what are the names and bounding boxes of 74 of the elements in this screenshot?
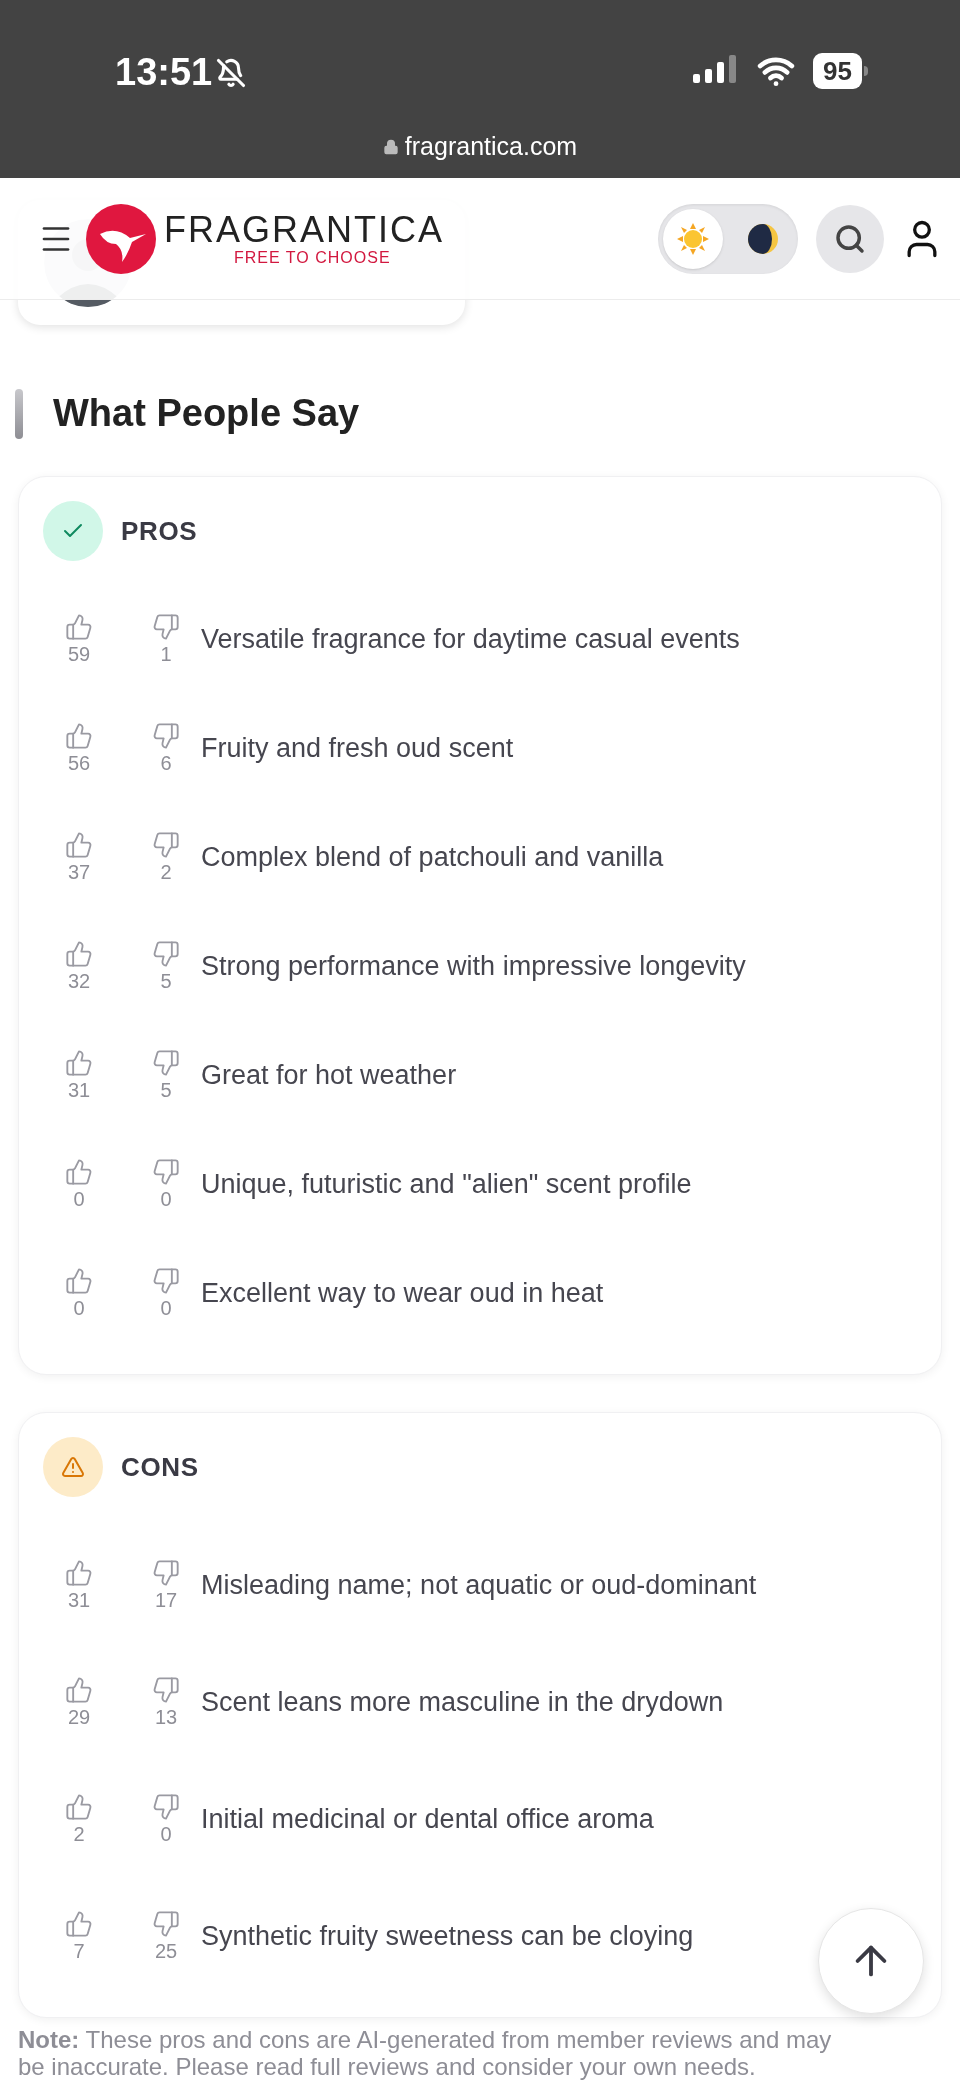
review-point: Synthetic fruity sweetness can be cloying (201, 1920, 694, 1954)
vote-count: 1 (160, 641, 172, 667)
thumbs-up-icon[interactable] (65, 1909, 93, 1938)
battery-level: 95 (813, 53, 862, 89)
vote-count: 0 (160, 1821, 172, 1847)
vote-count: 29 (67, 1704, 91, 1730)
review-point: Strong performance with impressive longevity (201, 950, 746, 984)
vote-count: 31 (67, 1077, 91, 1103)
battery-tip-icon (864, 66, 868, 76)
vote-count: 37 (67, 859, 91, 885)
thumbs-down-icon[interactable] (152, 721, 180, 750)
thumbs-down-icon[interactable] (152, 1909, 180, 1938)
review-point: Great for hot weather (201, 1059, 457, 1093)
vote-count: 56 (67, 750, 91, 776)
thumbs-up-icon[interactable] (65, 1157, 93, 1186)
review-point: Scent leans more masculine in the drydown (201, 1686, 724, 1720)
thumbs-up-icon[interactable] (65, 939, 93, 968)
vote-count: 6 (160, 750, 172, 776)
review-point: Versatile fragrance for daytime casual events (201, 623, 740, 657)
vote-count: 5 (160, 1077, 172, 1103)
vote-count: 32 (67, 968, 91, 994)
thumbs-down-icon[interactable] (152, 939, 180, 968)
review-point: Unique, futuristic and "alien" scent profile (201, 1168, 692, 1202)
vote-count: 2 (160, 859, 172, 885)
thumbs-up-icon[interactable] (65, 1675, 93, 1704)
group-title: PROS (121, 514, 198, 548)
thumbs-down-icon[interactable] (152, 1558, 180, 1587)
vote-count: 17 (154, 1587, 178, 1613)
thumbs-down-icon[interactable] (152, 830, 180, 859)
thumbs-down-icon[interactable] (152, 1157, 180, 1186)
logo-wordmark: FRAGRANTICA (164, 210, 444, 249)
thumbs-up-icon[interactable] (65, 612, 93, 641)
vote-count: 0 (160, 1186, 172, 1212)
vote-count: 0 (160, 1295, 172, 1321)
bell-off-icon (216, 57, 247, 88)
vote-count: 25 (154, 1938, 178, 1964)
lock-icon (382, 138, 399, 155)
thumbs-down-icon[interactable] (152, 1048, 180, 1077)
vote-count: 0 (73, 1186, 85, 1212)
vote-count: 13 (154, 1704, 178, 1730)
thumbs-up-icon[interactable] (65, 1792, 93, 1821)
vote-count: 2 (73, 1821, 85, 1847)
thumbs-down-icon[interactable] (152, 1792, 180, 1821)
group-title: CONS (121, 1450, 199, 1484)
search-icon (834, 222, 866, 255)
thumbs-down-icon[interactable] (152, 612, 180, 641)
sun-icon (676, 221, 710, 256)
clock-time: 13:51 (115, 50, 213, 95)
thumbs-up-icon[interactable] (65, 1558, 93, 1587)
section-marker (15, 388, 23, 439)
url-text: fragrantica.com (404, 131, 578, 162)
thumbs-down-icon[interactable] (152, 1266, 180, 1295)
vote-count: 0 (73, 1295, 85, 1321)
logo-tagline: FREE TO CHOOSE (234, 248, 392, 267)
review-point: Complex blend of patchouli and vanilla (201, 841, 664, 875)
review-point: Initial medicinal or dental office aroma (201, 1803, 654, 1837)
thumbs-down-icon[interactable] (152, 1675, 180, 1704)
thumbs-up-icon[interactable] (65, 1048, 93, 1077)
warning-icon (43, 1437, 103, 1497)
review-point: Fruity and fresh oud scent (201, 732, 514, 766)
vote-count: 5 (160, 968, 172, 994)
disclaimer-note: Note: These pros and cons are AI-generated from member reviews and may be inaccurate. Please read full reviews and consider your own needs. (18, 2026, 833, 2080)
section-title: What People Say (53, 391, 360, 436)
vote-count: 31 (67, 1587, 91, 1613)
review-point: Excellent way to wear oud in heat (201, 1277, 604, 1311)
hummingbird-logo-icon[interactable] (86, 203, 156, 274)
vote-count: 7 (73, 1938, 85, 1964)
vote-count: 59 (67, 641, 91, 667)
thumbs-up-icon[interactable] (65, 830, 93, 859)
moon-icon (747, 222, 779, 255)
thumbs-up-icon[interactable] (65, 1266, 93, 1295)
thumbs-up-icon[interactable] (65, 721, 93, 750)
check-icon (43, 501, 103, 561)
review-point: Misleading name; not aquatic or oud-dominant (201, 1569, 757, 1603)
